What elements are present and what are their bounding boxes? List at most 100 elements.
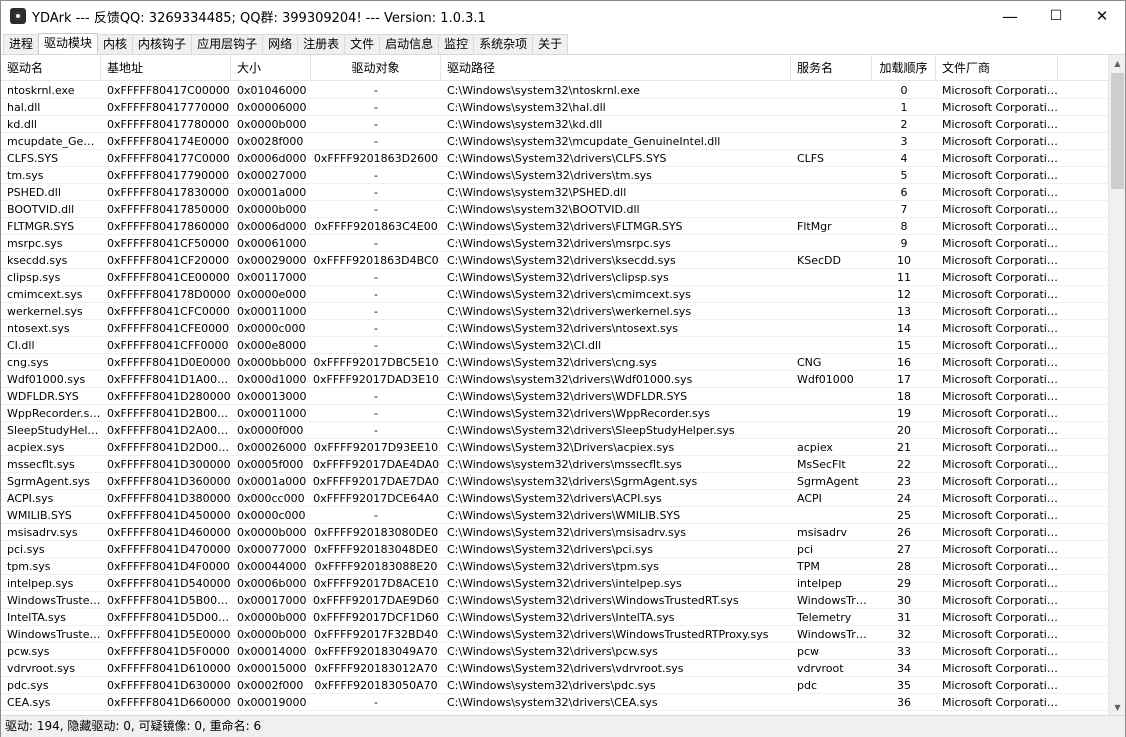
table-cell xyxy=(791,133,872,150)
table-cell: 0xFFFFF804177C0000 xyxy=(107,152,230,165)
table-row[interactable]: SgrmAgent.sys 0xFFFFF8041D360000 0x0001a00… xyxy=(1,473,1109,490)
table-row[interactable]: pcw.sys 0xFFFFF8041D5F0000 0x00014000 0xFFF… xyxy=(1,643,1109,660)
table-row[interactable]: cng.sys 0xFFFFF8041D0E0000 0x000bb000 0xFFF… xyxy=(1,354,1109,371)
table-cell: 0xFFFF92017D93EE10 xyxy=(313,441,439,454)
title-bar[interactable]: YDArk --- 反馈QQ: 3269334485; QQ群: 3993092… xyxy=(1,1,1125,31)
table-cell: C:\Windows\System32\drivers\CLFS.SYS xyxy=(447,152,667,165)
tab-11[interactable]: 关于 xyxy=(532,34,569,54)
table-row[interactable]: CLFS.SYS 0xFFFFF804177C0000 0x0006d000 0xFF… xyxy=(1,150,1109,167)
table-row[interactable]: IntelTA.sys 0xFFFFF8041D5D0000 0x0000b000 0… xyxy=(1,609,1109,626)
table-cell: CEA.sys xyxy=(7,696,51,709)
table-row[interactable]: pci.sys 0xFFFFF8041D470000 0x00077000 0xFFF… xyxy=(1,541,1109,558)
table-row[interactable]: ntoskrnl.exe 0xFFFFF80417C00000 0x01046000… xyxy=(1,82,1109,99)
table-row[interactable]: vdrvroot.sys 0xFFFFF8041D610000 0x00015000… xyxy=(1,660,1109,677)
table-row[interactable]: intelpep.sys 0xFFFFF8041D540000 0x0006b000… xyxy=(1,575,1109,592)
table-row[interactable]: mssecflt.sys 0xFFFFF8041D300000 0x0005f000… xyxy=(1,456,1109,473)
table-cell: C:\Windows\System32\drivers\FLTMGR.SYS xyxy=(447,220,683,233)
close-button[interactable]: ✕ xyxy=(1079,1,1125,31)
column-header-3[interactable]: 驱动对象 xyxy=(311,55,441,81)
table-row[interactable]: WindowsTrustedRTProxy.sys 0xFFFFF8041D5E0… xyxy=(1,626,1109,643)
tab-8[interactable]: 启动信息 xyxy=(379,34,440,54)
table-cell: Microsoft Corporation xyxy=(942,594,1058,607)
table-cell: Microsoft Corporation xyxy=(942,373,1058,386)
table-cell: msisadrv.sys xyxy=(7,526,78,539)
column-header-2[interactable]: 大小 xyxy=(231,55,311,81)
table-row[interactable]: msisadrv.sys 0xFFFFF8041D460000 0x0000b000… xyxy=(1,524,1109,541)
table-cell xyxy=(791,167,872,184)
table-row[interactable]: pdc.sys 0xFFFFF8041D630000 0x0002f000 0xFFF… xyxy=(1,677,1109,694)
table-cell: 0xFFFFF8041CF50000 xyxy=(107,237,230,250)
table-cell: C:\Windows\system32\drivers\SgrmAgent.sy… xyxy=(447,475,698,488)
column-header-7[interactable]: 文件厂商 xyxy=(936,55,1058,81)
table-row[interactable]: FLTMGR.SYS 0xFFFFF80417860000 0x0006d000 0x… xyxy=(1,218,1109,235)
window-title: YDArk --- 反馈QQ: 3269334485; QQ群: 3993092… xyxy=(32,10,486,26)
table-row[interactable]: kd.dll 0xFFFFF80417780000 0x0000b000 - C:\Wi… xyxy=(1,116,1109,133)
table-cell: 0x00013000 xyxy=(237,390,307,403)
table-cell: - xyxy=(374,339,378,352)
tab-6[interactable]: 注册表 xyxy=(297,34,346,54)
table-row[interactable]: msrpc.sys 0xFFFFF8041CF50000 0x00061000 - C:… xyxy=(1,235,1109,252)
table-row[interactable]: WindowsTrustedRT.sys 0xFFFFF8041D5B0000 0x… xyxy=(1,592,1109,609)
tab-1[interactable]: 驱动模块 xyxy=(38,33,99,54)
column-header-1[interactable]: 基地址 xyxy=(101,55,231,81)
table-cell: - xyxy=(374,203,378,216)
tab-5[interactable]: 网络 xyxy=(262,34,299,54)
maximize-button[interactable]: ☐ xyxy=(1033,1,1079,31)
scroll-down-arrow-icon[interactable]: ▼ xyxy=(1109,699,1126,716)
table-cell: C:\Windows\System32\drivers\WMILIB.SYS xyxy=(447,509,681,522)
tab-9[interactable]: 监控 xyxy=(438,34,475,54)
table-row[interactable]: werkernel.sys 0xFFFFF8041CFC0000 0x0001100… xyxy=(1,303,1109,320)
column-header-5[interactable]: 服务名 xyxy=(791,55,872,81)
table-row[interactable]: acpiex.sys 0xFFFFF8041D2D0000 0x00026000 0x… xyxy=(1,439,1109,456)
table-row[interactable]: hal.dll 0xFFFFF80417770000 0x00006000 - C:\W… xyxy=(1,99,1109,116)
scroll-up-arrow-icon[interactable]: ▲ xyxy=(1109,55,1126,72)
tab-4[interactable]: 应用层钩子 xyxy=(191,34,264,54)
column-header-8[interactable] xyxy=(1058,55,1109,81)
table-cell-empty xyxy=(1058,405,1109,422)
table-cell: 0xFFFFF8041D630000 xyxy=(107,679,231,692)
scrollbar-thumb[interactable] xyxy=(1111,73,1124,189)
minimize-button[interactable]: — xyxy=(987,1,1033,31)
table-cell: C:\Windows\system32\kd.dll xyxy=(447,118,603,131)
table-cell: C:\Windows\system32\drivers\mssecflt.sys xyxy=(447,458,682,471)
table-row[interactable]: ksecdd.sys 0xFFFFF8041CF20000 0x00029000 0x… xyxy=(1,252,1109,269)
table-row[interactable]: tm.sys 0xFFFFF80417790000 0x00027000 - C:\Wi… xyxy=(1,167,1109,184)
table-row[interactable]: ACPI.sys 0xFFFFF8041D380000 0x000cc000 0xFF… xyxy=(1,490,1109,507)
tab-3[interactable]: 内核钩子 xyxy=(132,34,193,54)
table-row[interactable]: BOOTVID.dll 0xFFFFF80417850000 0x0000b000 -… xyxy=(1,201,1109,218)
tab-10[interactable]: 系统杂项 xyxy=(473,34,534,54)
table-row[interactable]: mcupdate_GenuineIntel.dll 0xFFFFF804174E0… xyxy=(1,133,1109,150)
table-row[interactable]: clipsp.sys 0xFFFFF8041CE00000 0x00117000 - C… xyxy=(1,269,1109,286)
vertical-scrollbar[interactable]: ▲ ▼ xyxy=(1108,55,1125,716)
table-cell: acpiex xyxy=(797,441,833,454)
table-row[interactable]: CI.dll 0xFFFFF8041CFF0000 0x000e8000 - C:\Wi… xyxy=(1,337,1109,354)
tab-0[interactable]: 进程 xyxy=(3,34,40,54)
table-cell-empty xyxy=(1058,320,1109,337)
table-cell: cng.sys xyxy=(7,356,49,369)
table-cell: 0xFFFFF8041CFF0000 xyxy=(107,339,229,352)
column-header-4[interactable]: 驱动路径 xyxy=(441,55,791,81)
table-row[interactable]: WppRecorder.sys 0xFFFFF8041D2B0000 0x00011… xyxy=(1,405,1109,422)
table-cell-empty xyxy=(1058,677,1109,694)
column-header-6[interactable]: 加载顺序 xyxy=(872,55,936,81)
table-row[interactable]: cmimcext.sys 0xFFFFF804178D0000 0x0000e000… xyxy=(1,286,1109,303)
tab-bar: 进程 驱动模块 内核 内核钩子 应用层钩子 网络 注册表 文件 启动信息 监控 系统杂项 关于 xyxy=(1,33,1125,54)
table-cell: 0x0001a000 xyxy=(237,186,307,199)
tab-7[interactable]: 文件 xyxy=(344,34,381,54)
table-row[interactable]: ntosext.sys 0xFFFFF8041CFE0000 0x0000c000 -… xyxy=(1,320,1109,337)
tab-2[interactable]: 内核 xyxy=(97,34,134,54)
column-header-0[interactable]: 驱动名 xyxy=(1,55,101,81)
table-row[interactable]: tpm.sys 0xFFFFF8041D4F0000 0x00044000 0xFFF… xyxy=(1,558,1109,575)
table-cell: WindowsTrustedRT.sys xyxy=(7,594,101,607)
table-row[interactable]: SleepStudyHelper.sys 0xFFFFF8041D2A0000 0x… xyxy=(1,422,1109,439)
table-row[interactable]: WMILIB.SYS 0xFFFFF8041D450000 0x0000c000 - C… xyxy=(1,507,1109,524)
table-cell: 0xFFFFF8041D610000 xyxy=(107,662,231,675)
table-cell: Microsoft Corporation xyxy=(942,339,1058,352)
table-row[interactable]: WDFLDR.SYS 0xFFFFF8041D280000 0x00013000 - C… xyxy=(1,388,1109,405)
table-row[interactable]: PSHED.dll 0xFFFFF80417830000 0x0001a000 - C:… xyxy=(1,184,1109,201)
table-cell: Microsoft Corporation xyxy=(942,152,1058,165)
table-row[interactable]: CEA.sys 0xFFFFF8041D660000 0x00019000 - C:\W… xyxy=(1,694,1109,711)
table-row[interactable]: Wdf01000.sys 0xFFFFF8041D1A0000 0x000d1000… xyxy=(1,371,1109,388)
table-cell: 27 xyxy=(897,543,911,556)
table-cell: Microsoft Corporation xyxy=(942,611,1058,624)
